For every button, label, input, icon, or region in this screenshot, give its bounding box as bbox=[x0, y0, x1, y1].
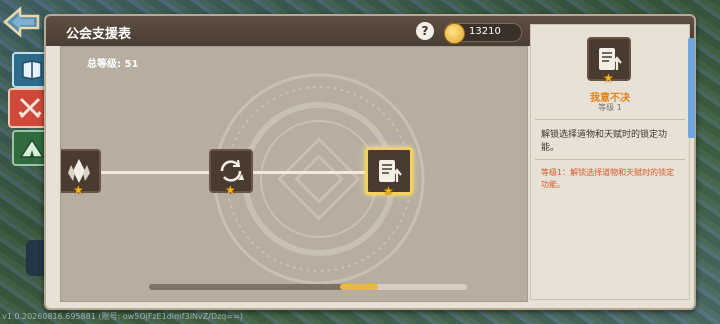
skill-description: 解锁选择道物和天赋时的锁定功能。 bbox=[541, 130, 668, 153]
skill-level: 等级 1 bbox=[598, 103, 622, 112]
right-edge-tab[interactable] bbox=[688, 38, 695, 138]
currency-display: 13210 bbox=[444, 23, 522, 44]
skill-level-effect: 等级1：解锁选择道物和天赋时的锁定功能。 bbox=[541, 168, 675, 189]
skill-node-refresh[interactable]: ★ bbox=[209, 149, 253, 197]
help-button[interactable]: ? bbox=[416, 22, 434, 40]
detail-skill-icon: ★ bbox=[587, 37, 631, 85]
coin-icon bbox=[444, 23, 465, 44]
skill-tree-area[interactable]: 总等级: 51 ★ ★ ★ bbox=[60, 46, 528, 302]
total-level-label: 总等级: 51 bbox=[87, 59, 139, 70]
tree-scrollbar[interactable] bbox=[149, 284, 467, 290]
book-icon bbox=[22, 60, 42, 80]
back-button[interactable] bbox=[2, 6, 40, 38]
detail-divider bbox=[535, 119, 685, 120]
crossed-swords-icon bbox=[18, 97, 42, 119]
guild-support-panel: 公会支援表 ? 13210 总等级: 51 ★ ★ ★ ★ 我意不决 等级 1 … bbox=[44, 14, 696, 310]
back-arrow-icon bbox=[3, 6, 40, 38]
skill-detail-panel: ★ 我意不决 等级 1 解锁选择道物和天赋时的锁定功能。 等级1：解锁选择道物和… bbox=[530, 24, 690, 300]
node-star: ★ bbox=[225, 183, 236, 197]
version-label: v1.0.20260816.695881 (账号: ow5OjFzE1dimf3… bbox=[2, 312, 243, 321]
crystal-leaf-icon bbox=[68, 159, 90, 183]
node-star: ★ bbox=[73, 183, 84, 197]
scroll-arrow-icon bbox=[599, 48, 622, 70]
node-star: ★ bbox=[383, 184, 394, 198]
detail-star: ★ bbox=[603, 71, 614, 85]
detail-divider bbox=[535, 159, 685, 160]
skill-node-scroll-selected[interactable]: ★ bbox=[365, 147, 413, 198]
skill-node-crystal[interactable]: ★ bbox=[61, 149, 101, 197]
tree-scrollbar-highlight bbox=[340, 284, 378, 290]
tent-icon bbox=[19, 138, 45, 158]
currency-value: 13210 bbox=[469, 26, 501, 37]
cycle-arrow-icon bbox=[220, 159, 244, 182]
page-title: 公会支援表 bbox=[66, 27, 132, 42]
scroll-arrow-icon bbox=[379, 160, 402, 182]
side-drawer-handle[interactable] bbox=[26, 240, 44, 276]
